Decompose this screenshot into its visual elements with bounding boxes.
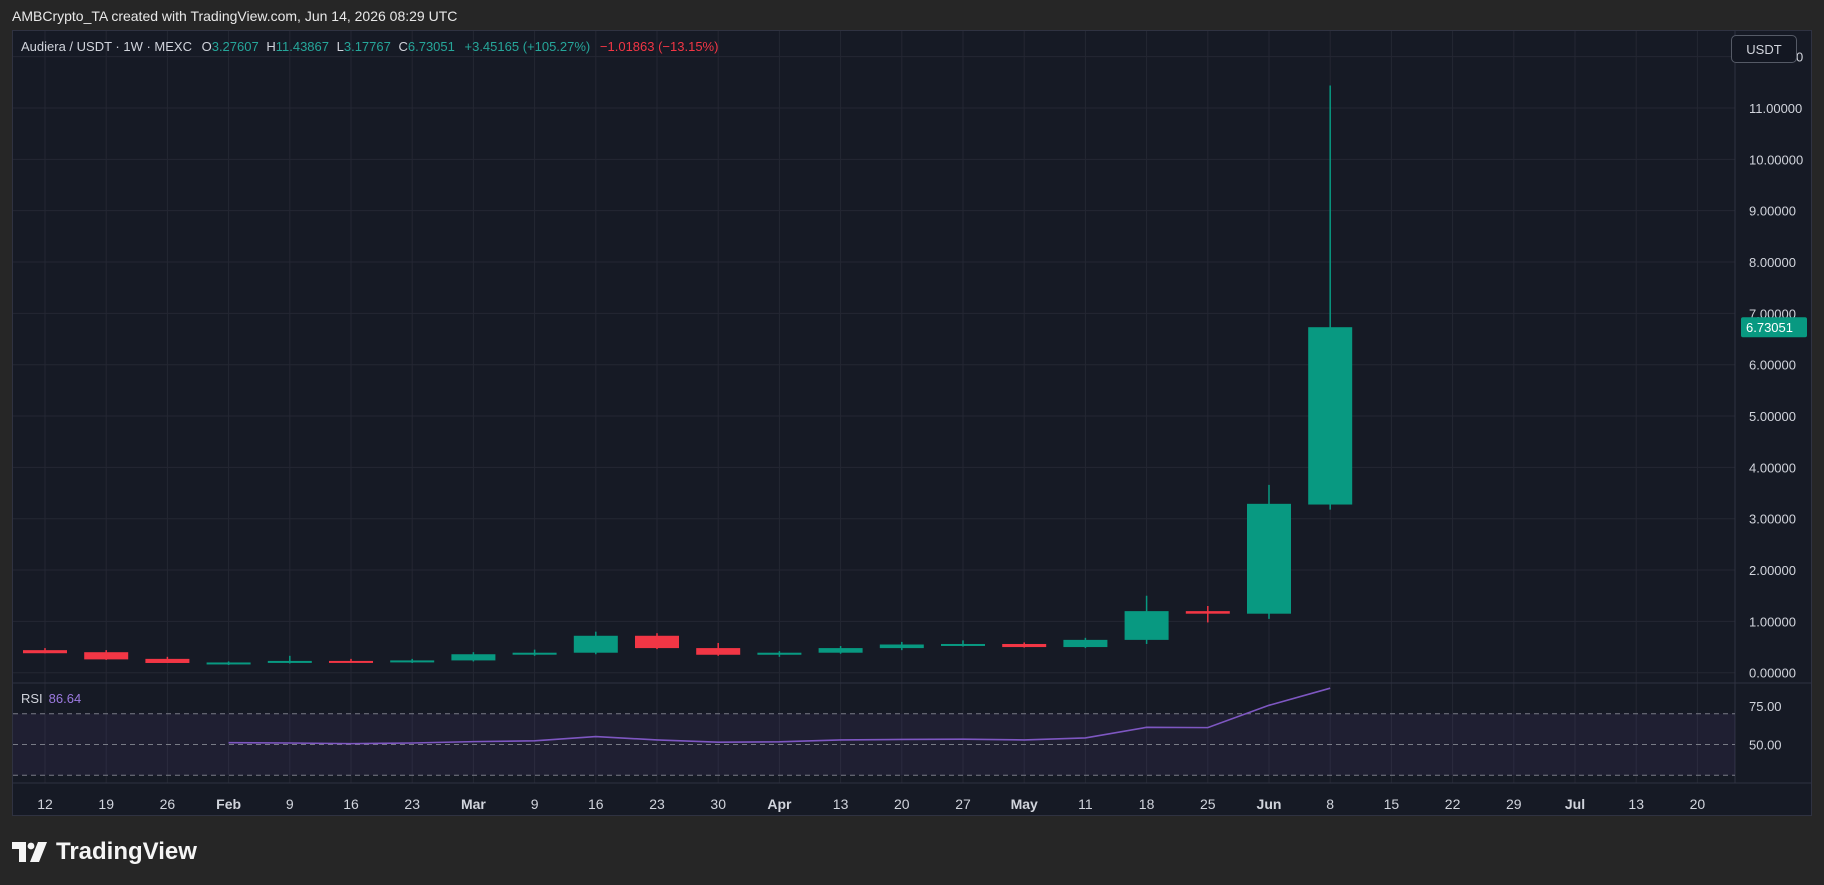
- rsi-band-fill: [13, 713, 1735, 776]
- rsi-legend: RSI 86.64: [21, 691, 81, 706]
- price-tick-label: 8.00000: [1749, 255, 1796, 270]
- candle-body: [1124, 611, 1169, 640]
- time-tick-label: Feb: [216, 796, 241, 812]
- candle-body: [757, 652, 802, 655]
- time-tick-label: 20: [894, 796, 910, 812]
- price-tick-label: 4.00000: [1749, 460, 1796, 475]
- time-tick-label: 26: [160, 796, 176, 812]
- candle-body: [451, 654, 496, 661]
- tradingview-logo-icon: [12, 842, 47, 862]
- time-tick-label: 30: [710, 796, 726, 812]
- time-tick-label: 8: [1326, 796, 1334, 812]
- chart-frame[interactable]: 0.00000 1.00000 2.00000 3.00000 4.00000 5.000…: [12, 30, 1812, 816]
- time-tick-label: Apr: [767, 796, 792, 812]
- rsi-tick-label: 50.00: [1749, 738, 1782, 753]
- time-tick-label: 23: [649, 796, 665, 812]
- price-tick-label: 1.00000: [1749, 614, 1796, 629]
- time-tick-label: 22: [1445, 796, 1461, 812]
- time-tick-label: 29: [1506, 796, 1522, 812]
- time-tick-label: 11: [1078, 796, 1093, 812]
- close-label: C: [398, 39, 408, 54]
- price-tick-label: 3.00000: [1749, 512, 1796, 527]
- candle-body: [84, 652, 129, 660]
- candle-body: [1185, 611, 1230, 614]
- price-tick-label: 5.00000: [1749, 409, 1796, 424]
- candle-body: [145, 658, 190, 663]
- price-tick-label: 11.00000: [1749, 101, 1802, 116]
- close-value: 6.73051: [407, 39, 455, 54]
- low-label: L: [336, 39, 344, 54]
- secondary-change-value: −1.01863 (−13.15%): [599, 39, 719, 54]
- candle-body: [512, 652, 557, 655]
- time-tick-label: 25: [1200, 796, 1216, 812]
- candle-body: [941, 643, 985, 646]
- rsi-tick-label: 75.00: [1749, 699, 1782, 714]
- price-tick-label: 6.00000: [1749, 358, 1796, 373]
- time-tick-label: May: [1011, 796, 1038, 812]
- rsi-value: 86.64: [48, 691, 82, 706]
- low-value: 3.17767: [343, 39, 391, 54]
- brand-name: TradingView: [56, 838, 197, 865]
- open-value: 3.27607: [211, 39, 259, 54]
- candle-body: [1002, 643, 1047, 648]
- last-price-label: 6.73051: [1746, 320, 1793, 335]
- high-value: 11.43867: [275, 39, 329, 54]
- candlestick-chart[interactable]: 0.00000 1.00000 2.00000 3.00000 4.00000 5.000…: [13, 31, 1811, 815]
- time-tick-label: 27: [955, 796, 971, 812]
- time-tick-label: 20: [1690, 796, 1706, 812]
- price-tick-label: 0.00000: [1749, 666, 1796, 681]
- symbol-legend: Audiera / USDT · 1W · MEXC O3.27607 H11.…: [21, 39, 718, 54]
- open-label: O: [201, 39, 212, 54]
- high-label: H: [266, 39, 276, 54]
- time-tick-label: Jul: [1565, 796, 1585, 812]
- candle-body: [879, 644, 924, 649]
- grid: [13, 31, 1811, 784]
- change-value: +3.45165 (+105.27%): [464, 39, 591, 54]
- rsi-label: RSI: [21, 691, 43, 706]
- candle-body: [635, 635, 679, 649]
- time-tick-label: 23: [404, 796, 420, 812]
- time-tick-label: 16: [588, 796, 604, 812]
- candle-body: [329, 660, 373, 663]
- price-tick-label: 10.00000: [1749, 152, 1803, 167]
- price-tick-label: 9.00000: [1749, 204, 1796, 219]
- time-tick-label: Jun: [1257, 796, 1282, 812]
- candle-body: [267, 660, 312, 663]
- candles: [23, 85, 1353, 666]
- time-tick-label: 16: [343, 796, 359, 812]
- candle-body: [390, 660, 435, 663]
- tradingview-logo[interactable]: TradingView: [12, 838, 197, 866]
- candle-body: [696, 648, 741, 655]
- time-tick-label: 9: [531, 796, 539, 812]
- time-tick-label: 12: [37, 796, 53, 812]
- time-tick-label: 13: [833, 796, 849, 812]
- time-tick-label: 19: [98, 796, 114, 812]
- rsi-bands: [13, 713, 1735, 776]
- time-tick-label: Mar: [461, 796, 486, 812]
- candle-body: [573, 635, 618, 653]
- candle-body: [1063, 639, 1108, 648]
- candle-body: [23, 650, 67, 654]
- candle-body: [1247, 503, 1291, 614]
- currency-button[interactable]: USDT: [1731, 35, 1797, 63]
- candle-body: [206, 662, 251, 665]
- time-tick-label: 15: [1384, 796, 1400, 812]
- symbol-name: Audiera / USDT · 1W · MEXC: [21, 39, 192, 54]
- chart-caption: AMBCrypto_TA created with TradingView.co…: [12, 8, 458, 24]
- candle-body: [818, 648, 863, 653]
- time-tick-label: 18: [1139, 796, 1155, 812]
- axes: 0.00000 1.00000 2.00000 3.00000 4.00000 5.000…: [37, 50, 1807, 812]
- time-tick-label: 13: [1628, 796, 1644, 812]
- candle-body: [1308, 327, 1353, 505]
- price-tick-label: 2.00000: [1749, 563, 1796, 578]
- time-tick-label: 9: [286, 796, 294, 812]
